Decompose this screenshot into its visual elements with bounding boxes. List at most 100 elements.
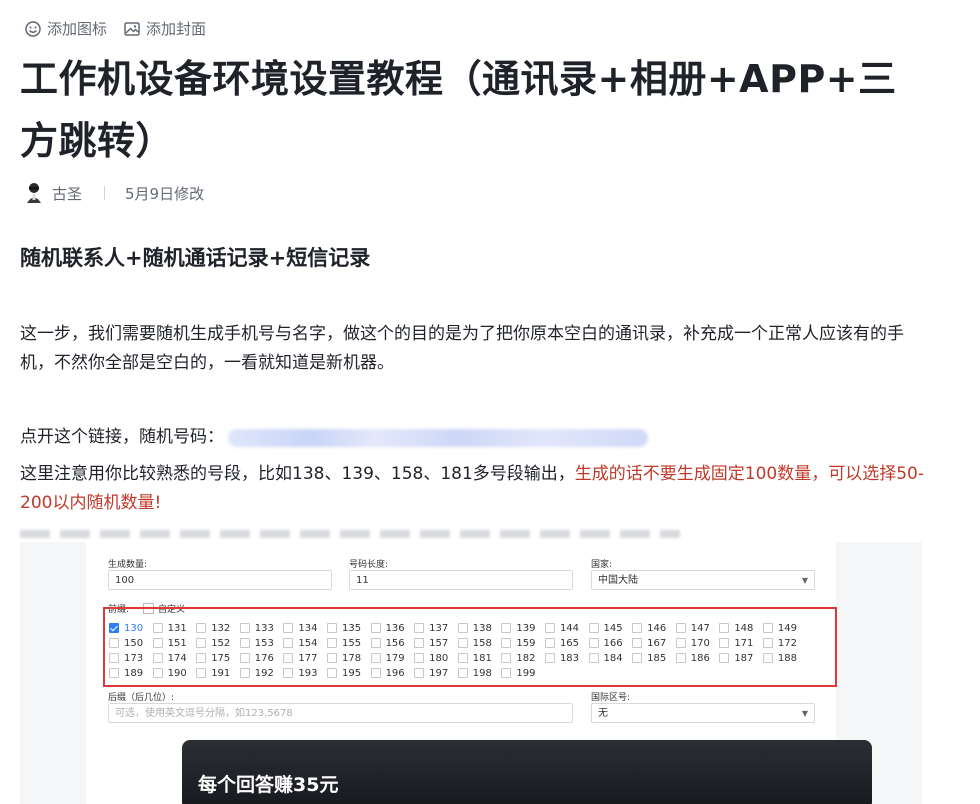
prefix-option[interactable]: 135 bbox=[326, 622, 371, 634]
author-name[interactable]: 古圣 bbox=[52, 183, 82, 204]
prefix-checkbox[interactable] bbox=[109, 638, 119, 648]
prefix-checkbox[interactable] bbox=[283, 653, 294, 663]
prefix-option[interactable]: 137 bbox=[414, 622, 458, 634]
prefix-option[interactable]: 187 bbox=[719, 652, 763, 664]
prefix-checkbox[interactable] bbox=[370, 653, 381, 663]
prefix-checkbox[interactable] bbox=[632, 638, 643, 648]
prefix-option[interactable]: 146 bbox=[632, 622, 676, 634]
prefix-option[interactable]: 185 bbox=[632, 652, 676, 664]
prefix-checkbox[interactable] bbox=[326, 668, 337, 678]
prefix-checkbox[interactable] bbox=[196, 653, 207, 663]
suffix-input[interactable]: 可选，使用英文逗号分隔，如123,5678 bbox=[108, 703, 573, 723]
prefix-option[interactable]: 159 bbox=[501, 637, 545, 649]
prefix-option[interactable]: 186 bbox=[675, 652, 720, 664]
prefix-option[interactable]: 150 bbox=[109, 637, 153, 649]
prefix-option[interactable]: 134 bbox=[283, 622, 327, 634]
prefix-checkbox[interactable] bbox=[719, 638, 730, 648]
prefix-option[interactable]: 132 bbox=[196, 622, 240, 634]
prefix-option[interactable]: 178 bbox=[326, 652, 371, 664]
prefix-checkbox[interactable] bbox=[457, 668, 468, 678]
prefix-checkbox[interactable] bbox=[457, 653, 468, 663]
prefix-checkbox[interactable] bbox=[370, 623, 381, 633]
prefix-checkbox[interactable] bbox=[152, 668, 163, 678]
promo-banner[interactable]: 每个回答赚35元 bbox=[182, 740, 872, 804]
prefix-checkbox[interactable] bbox=[544, 623, 555, 633]
prefix-checkbox[interactable] bbox=[544, 653, 555, 663]
prefix-checkbox[interactable] bbox=[370, 668, 381, 678]
prefix-checkbox[interactable] bbox=[326, 653, 337, 663]
prefix-option[interactable]: 138 bbox=[457, 622, 502, 634]
prefix-option[interactable]: 193 bbox=[283, 667, 327, 679]
prefix-option[interactable]: 176 bbox=[239, 652, 284, 664]
add-icon-button[interactable]: 添加图标 bbox=[24, 18, 107, 39]
prefix-option[interactable]: 177 bbox=[283, 652, 327, 664]
prefix-option[interactable]: 139 bbox=[501, 622, 545, 634]
prefix-option[interactable]: 153 bbox=[239, 637, 284, 649]
prefix-option[interactable]: 180 bbox=[414, 652, 458, 664]
prefix-option[interactable]: 171 bbox=[719, 637, 763, 649]
prefix-option[interactable]: 196 bbox=[370, 667, 415, 679]
prefix-option[interactable]: 183 bbox=[544, 652, 589, 664]
prefix-checkbox[interactable] bbox=[632, 623, 643, 633]
prefix-option[interactable]: 158 bbox=[457, 637, 502, 649]
country-select[interactable]: 中国大陆 ▼ bbox=[591, 570, 815, 590]
prefix-checkbox[interactable] bbox=[283, 668, 294, 678]
prefix-option[interactable]: 192 bbox=[239, 667, 284, 679]
prefix-option[interactable]: 179 bbox=[370, 652, 415, 664]
prefix-option[interactable]: 170 bbox=[675, 637, 720, 649]
avatar[interactable] bbox=[24, 182, 44, 204]
prefix-checkbox[interactable] bbox=[326, 638, 337, 648]
prefix-checkbox[interactable] bbox=[152, 623, 163, 633]
prefix-option[interactable]: 154 bbox=[283, 637, 327, 649]
prefix-option[interactable]: 151 bbox=[152, 637, 197, 649]
prefix-checkbox[interactable] bbox=[196, 623, 207, 633]
add-cover-button[interactable]: 添加封面 bbox=[123, 18, 206, 39]
prefix-checkbox[interactable] bbox=[457, 638, 468, 648]
prefix-option[interactable]: 199 bbox=[501, 667, 545, 679]
prefix-checkbox[interactable] bbox=[414, 653, 425, 663]
prefix-option[interactable]: 165 bbox=[544, 637, 589, 649]
prefix-option[interactable]: 175 bbox=[196, 652, 240, 664]
prefix-checkbox[interactable] bbox=[196, 668, 207, 678]
prefix-checkbox[interactable] bbox=[152, 653, 163, 663]
prefix-checkbox[interactable] bbox=[283, 623, 294, 633]
prefix-checkbox[interactable] bbox=[588, 638, 599, 648]
prefix-option[interactable]: 167 bbox=[632, 637, 676, 649]
prefix-option[interactable]: 197 bbox=[414, 667, 458, 679]
prefix-option[interactable]: 195 bbox=[326, 667, 371, 679]
count-input[interactable]: 100 bbox=[108, 570, 332, 590]
prefix-checkbox[interactable] bbox=[414, 623, 425, 633]
prefix-checkbox[interactable] bbox=[632, 653, 643, 663]
prefix-checkbox[interactable] bbox=[501, 638, 512, 648]
prefix-option[interactable]: 190 bbox=[152, 667, 197, 679]
prefix-option[interactable]: 145 bbox=[588, 622, 633, 634]
blurred-link[interactable] bbox=[228, 428, 648, 447]
prefix-option[interactable]: 156 bbox=[370, 637, 415, 649]
prefix-option[interactable]: 173 bbox=[109, 652, 153, 664]
prefix-option[interactable]: 130 bbox=[109, 622, 153, 634]
prefix-checkbox[interactable] bbox=[588, 623, 599, 633]
prefix-checkbox[interactable] bbox=[719, 653, 730, 663]
prefix-option[interactable]: 136 bbox=[370, 622, 415, 634]
prefix-checkbox[interactable] bbox=[762, 623, 773, 633]
prefix-checkbox[interactable] bbox=[675, 623, 686, 633]
prefix-checkbox[interactable] bbox=[239, 623, 250, 633]
prefix-checkbox[interactable] bbox=[152, 638, 163, 648]
prefix-option[interactable]: 198 bbox=[457, 667, 502, 679]
prefix-checkbox[interactable] bbox=[675, 638, 686, 648]
prefix-option[interactable]: 144 bbox=[544, 622, 589, 634]
prefix-option[interactable]: 148 bbox=[719, 622, 763, 634]
prefix-option[interactable]: 172 bbox=[762, 637, 807, 649]
prefix-checkbox[interactable] bbox=[239, 638, 250, 648]
prefix-option[interactable]: 191 bbox=[196, 667, 240, 679]
prefix-checkbox[interactable] bbox=[196, 638, 207, 648]
prefix-checkbox[interactable] bbox=[588, 653, 599, 663]
prefix-checkbox[interactable] bbox=[283, 638, 294, 648]
prefix-option[interactable]: 133 bbox=[239, 622, 284, 634]
prefix-checkbox[interactable] bbox=[326, 623, 337, 633]
prefix-option[interactable]: 174 bbox=[152, 652, 197, 664]
prefix-option[interactable]: 131 bbox=[152, 622, 197, 634]
prefix-checkbox[interactable] bbox=[501, 653, 512, 663]
prefix-option[interactable]: 149 bbox=[762, 622, 807, 634]
prefix-checkbox[interactable] bbox=[109, 668, 119, 678]
